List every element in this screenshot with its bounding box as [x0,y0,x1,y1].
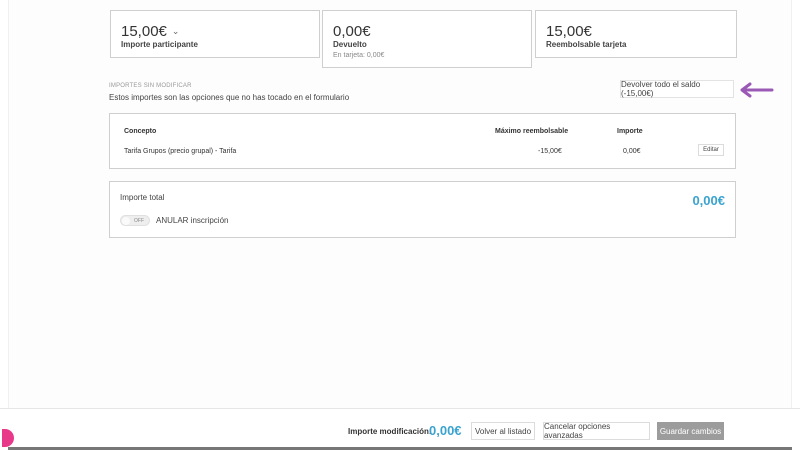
refundable-amount-label: Reembolsable tarjeta [546,40,627,49]
refundable-amount: 15,00€ [546,23,592,40]
cancel-advanced-button[interactable]: Cancelar opciones avanzadas [543,422,650,440]
edit-button[interactable]: Editar [698,144,724,156]
cancel-registration-toggle[interactable]: OFF [120,215,150,226]
participant-amount[interactable]: 15,00€ ⌄ [121,23,179,40]
brand-tab-icon[interactable] [2,429,14,447]
section-caption: IMPORTES SIN MODIFICAR [109,83,192,89]
participant-amount-label: Importe participante [121,40,198,49]
modification-amount: 0,00€ [429,423,462,438]
row-max-refundable: -15,00€ [538,148,562,155]
row-amount: 0,00€ [623,148,641,155]
back-to-list-button[interactable]: Volver al listado [471,422,535,440]
returned-amount: 0,00€ [333,23,371,40]
total-box: Importe total 0,00€ OFF ANULAR inscripci… [109,181,736,238]
total-amount: 0,00€ [692,193,725,208]
modification-label: Importe modificación: [348,427,432,436]
header-amount: Importe [617,128,643,135]
returned-amount-label: Devuelto [333,40,367,49]
toggle-knob [122,217,130,225]
footer-bar: Importe modificación: 0,00€ Volver al li… [0,408,800,450]
participant-amount-value: 15,00€ [121,23,167,40]
arrow-left-icon [740,82,774,98]
returned-card-subtext: En tarjeta: 0,00€ [333,52,385,59]
header-max-refundable: Máximo reembolsable [495,128,569,135]
returned-amount-card: 0,00€ Devuelto En tarjeta: 0,00€ [322,10,532,68]
participant-amount-card: 15,00€ ⌄ Importe participante [110,10,320,58]
cancel-registration-label: ANULAR inscripción [156,216,229,225]
amounts-table: Concepto Máximo reembolsable Importe Tar… [109,113,736,169]
row-concept: Tarifa Grupos (precio grupal) - Tarifa [124,148,237,155]
refundable-amount-card: 15,00€ Reembolsable tarjeta [535,10,737,58]
header-concept: Concepto [124,128,157,135]
section-description: Estos importes son las opciones que no h… [109,93,350,102]
save-changes-button[interactable]: Guardar cambios [657,422,724,440]
refund-all-button[interactable]: Devolver todo el saldo (-15,00€) [620,80,734,98]
chevron-down-icon[interactable]: ⌄ [172,26,180,37]
toggle-state: OFF [134,217,144,224]
total-label: Importe total [120,193,165,202]
